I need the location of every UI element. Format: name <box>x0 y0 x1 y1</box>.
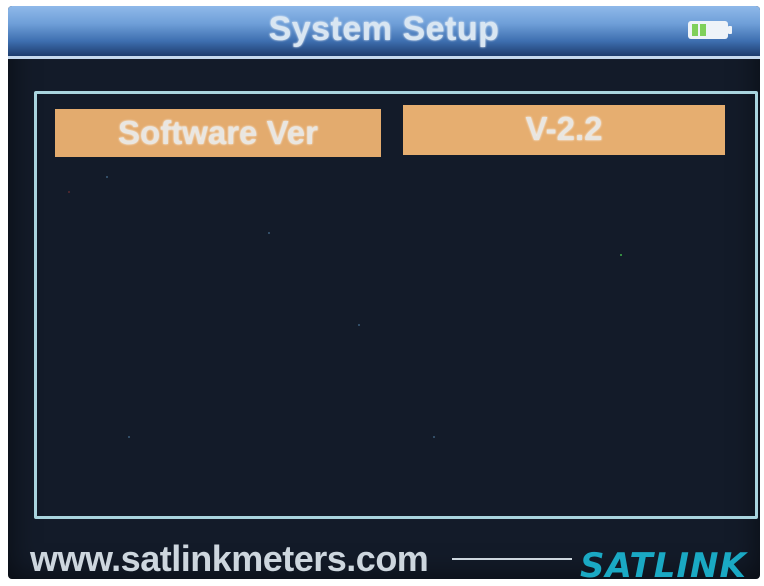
setting-value-box[interactable]: V-2.2 <box>403 105 725 155</box>
setting-label: Software Ver <box>118 114 318 151</box>
screen-speck <box>268 232 270 234</box>
battery-icon <box>688 21 732 39</box>
screen-speck <box>433 436 435 438</box>
setting-label-box[interactable]: Software Ver <box>55 109 381 157</box>
battery-cell <box>692 24 698 36</box>
screen-speck <box>128 436 130 438</box>
satlink-logo: SATLINK <box>580 546 747 586</box>
screen-speck <box>106 176 108 178</box>
screen-speck <box>358 324 360 326</box>
footer-divider <box>452 558 572 560</box>
title-bar: System Setup <box>8 6 760 59</box>
page-title: System Setup <box>268 10 500 48</box>
settings-panel: Software Ver V-2.2 <box>34 91 758 519</box>
footer-website-url: www.satlinkmeters.com <box>30 538 429 579</box>
setting-value: V-2.2 <box>525 110 603 147</box>
battery-terminal <box>728 26 732 34</box>
setting-row-software-version[interactable]: Software Ver V-2.2 <box>55 104 733 158</box>
screen-speck <box>68 191 70 193</box>
device-screen: System Setup Software Ver V-2.2 <box>8 6 760 579</box>
battery-cell <box>700 24 706 36</box>
screen-speck <box>620 254 622 256</box>
